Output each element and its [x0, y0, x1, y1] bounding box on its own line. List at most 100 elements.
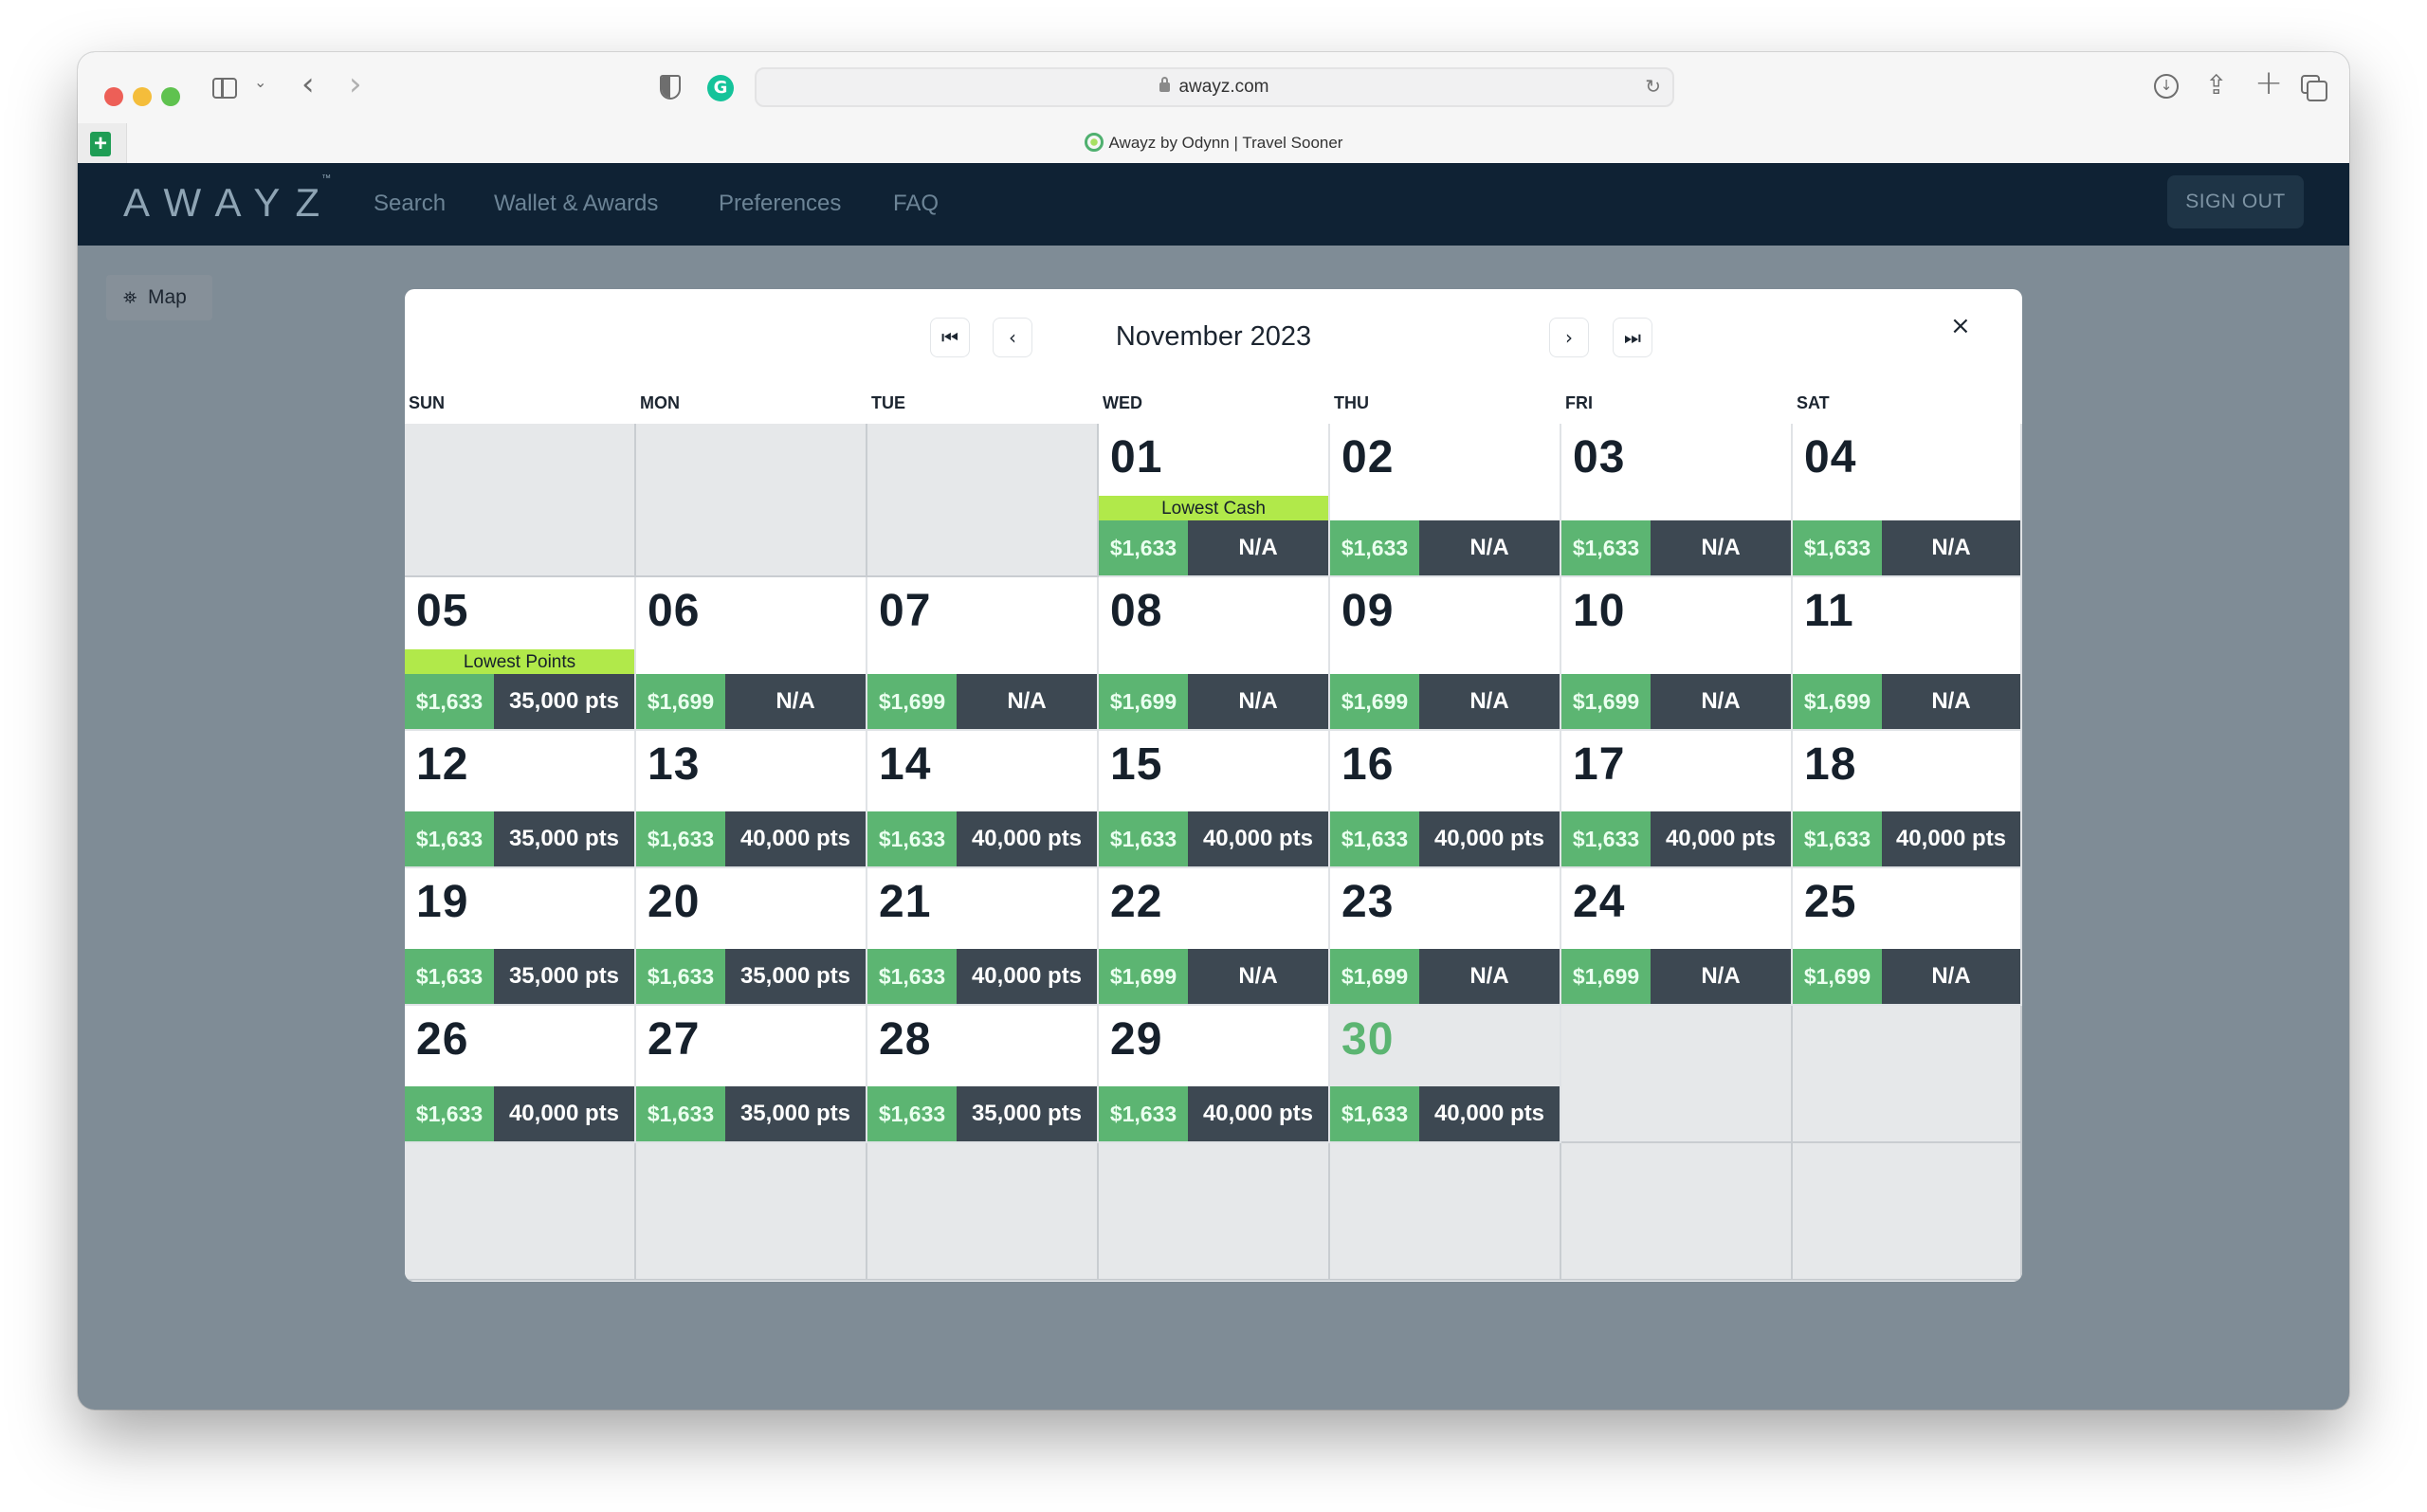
cash-price[interactable]: $1,633 [636, 811, 725, 866]
points-price[interactable]: N/A [1188, 674, 1328, 729]
cash-price[interactable]: $1,699 [1793, 949, 1882, 1004]
day-cell[interactable]: 15 $1,633 40,000 pts [1099, 731, 1330, 868]
cash-price[interactable]: $1,633 [405, 949, 494, 1004]
day-cell[interactable]: 03 $1,633 N/A [1561, 424, 1793, 577]
address-bar[interactable]: awayz.com ↻ [755, 67, 1674, 107]
awayz-logo[interactable]: AWAYZ™ [123, 173, 344, 226]
download-icon[interactable]: ↓ [2154, 74, 2179, 99]
points-price[interactable]: 40,000 pts [1419, 1086, 1560, 1141]
cash-price[interactable]: $1,699 [1330, 949, 1419, 1004]
points-price[interactable]: 40,000 pts [957, 811, 1097, 866]
day-cell[interactable]: 24 $1,699 N/A [1561, 868, 1793, 1006]
day-cell[interactable]: 10 $1,699 N/A [1561, 577, 1793, 731]
points-price[interactable]: N/A [1419, 674, 1560, 729]
points-price[interactable]: N/A [1651, 520, 1791, 575]
points-price[interactable]: N/A [1882, 674, 2020, 729]
points-price[interactable]: 35,000 pts [957, 1086, 1097, 1141]
day-cell[interactable]: 25 $1,699 N/A [1793, 868, 2022, 1006]
points-price[interactable]: 35,000 pts [725, 1086, 866, 1141]
new-tab-icon[interactable]: + [2254, 64, 2283, 102]
day-cell[interactable]: 11 $1,699 N/A [1793, 577, 2022, 731]
points-price[interactable]: 35,000 pts [725, 949, 866, 1004]
day-cell[interactable]: 18 $1,633 40,000 pts [1793, 731, 2022, 868]
points-price[interactable]: N/A [1188, 520, 1328, 575]
cash-price[interactable]: $1,633 [636, 949, 725, 1004]
map-button[interactable]: ⛯ Map [106, 275, 212, 320]
day-cell[interactable]: 28 $1,633 35,000 pts [867, 1006, 1099, 1143]
points-price[interactable]: N/A [957, 674, 1097, 729]
points-price[interactable]: 40,000 pts [1882, 811, 2020, 866]
day-cell[interactable]: 14 $1,633 40,000 pts [867, 731, 1099, 868]
points-price[interactable]: N/A [1188, 949, 1328, 1004]
day-cell[interactable]: 05 Lowest Points $1,633 35,000 pts [405, 577, 636, 731]
day-cell[interactable]: 04 $1,633 N/A [1793, 424, 2022, 577]
day-cell[interactable]: 16 $1,633 40,000 pts [1330, 731, 1561, 868]
last-month-button[interactable]: ⏭ [1613, 318, 1652, 357]
cash-price[interactable]: $1,633 [867, 1086, 957, 1141]
points-price[interactable]: 40,000 pts [957, 949, 1097, 1004]
cash-price[interactable]: $1,699 [1561, 674, 1651, 729]
back-icon[interactable]: ‹ [301, 65, 315, 103]
points-price[interactable]: 40,000 pts [494, 1086, 634, 1141]
sidebar-icon[interactable] [212, 78, 237, 99]
points-price[interactable]: N/A [1419, 949, 1560, 1004]
day-cell[interactable]: 23 $1,699 N/A [1330, 868, 1561, 1006]
cash-price[interactable]: $1,633 [1330, 1086, 1419, 1141]
points-price[interactable]: N/A [1651, 674, 1791, 729]
points-price[interactable]: 35,000 pts [494, 674, 634, 729]
points-price[interactable]: N/A [1882, 520, 2020, 575]
day-cell[interactable]: 22 $1,699 N/A [1099, 868, 1330, 1006]
cash-price[interactable]: $1,633 [1099, 520, 1188, 575]
points-price[interactable]: 40,000 pts [1419, 811, 1560, 866]
points-price[interactable]: 40,000 pts [1188, 811, 1328, 866]
day-cell[interactable]: 13 $1,633 40,000 pts [636, 731, 867, 868]
points-price[interactable]: 35,000 pts [494, 811, 634, 866]
points-price[interactable]: 40,000 pts [1188, 1086, 1328, 1141]
day-cell[interactable]: 17 $1,633 40,000 pts [1561, 731, 1793, 868]
points-price[interactable]: 35,000 pts [494, 949, 634, 1004]
day-cell[interactable]: 06 $1,699 N/A [636, 577, 867, 731]
day-cell[interactable]: 02 $1,633 N/A [1330, 424, 1561, 577]
cash-price[interactable]: $1,699 [1099, 949, 1188, 1004]
cash-price[interactable]: $1,699 [1793, 674, 1882, 729]
sign-out-button[interactable]: SIGN OUT [2167, 175, 2304, 228]
reload-icon[interactable]: ↻ [1645, 75, 1661, 98]
cash-price[interactable]: $1,633 [1561, 811, 1651, 866]
cash-price[interactable]: $1,633 [1330, 520, 1419, 575]
cash-price[interactable]: $1,699 [1561, 949, 1651, 1004]
share-icon[interactable]: ⇪ [2205, 69, 2227, 100]
close-icon[interactable]: × [1950, 312, 1971, 340]
points-price[interactable]: N/A [1419, 520, 1560, 575]
day-cell[interactable]: 21 $1,633 40,000 pts [867, 868, 1099, 1006]
points-price[interactable]: 40,000 pts [1651, 811, 1791, 866]
cash-price[interactable]: $1,633 [405, 811, 494, 866]
cash-price[interactable]: $1,633 [1561, 520, 1651, 575]
active-tab[interactable]: Awayz by Odynn | Travel Sooner [78, 132, 2349, 154]
cash-price[interactable]: $1,699 [1099, 674, 1188, 729]
day-cell[interactable]: 07 $1,699 N/A [867, 577, 1099, 731]
points-price[interactable]: N/A [1882, 949, 2020, 1004]
cash-price[interactable]: $1,633 [1793, 811, 1882, 866]
cash-price[interactable]: $1,633 [1099, 1086, 1188, 1141]
next-month-button[interactable]: › [1549, 318, 1589, 357]
day-cell[interactable]: 29 $1,633 40,000 pts [1099, 1006, 1330, 1143]
cash-price[interactable]: $1,699 [636, 674, 725, 729]
cash-price[interactable]: $1,633 [867, 811, 957, 866]
nav-faq[interactable]: FAQ [893, 191, 939, 217]
cash-price[interactable]: $1,633 [405, 674, 494, 729]
chevron-down-icon[interactable]: ⌄ [254, 73, 266, 91]
nav-preferences[interactable]: Preferences [719, 191, 841, 217]
nav-search[interactable]: Search [374, 191, 446, 217]
cash-price[interactable]: $1,633 [636, 1086, 725, 1141]
tab-overview-icon[interactable] [2301, 75, 2327, 101]
nav-wallet-awards[interactable]: Wallet & Awards [494, 191, 658, 217]
grammarly-icon[interactable]: G [707, 75, 734, 101]
day-cell[interactable]: 26 $1,633 40,000 pts [405, 1006, 636, 1143]
minimize-window-button[interactable] [133, 87, 152, 106]
day-cell[interactable]: 20 $1,633 35,000 pts [636, 868, 867, 1006]
cash-price[interactable]: $1,699 [1330, 674, 1419, 729]
cash-price[interactable]: $1,633 [1793, 520, 1882, 575]
cash-price[interactable]: $1,633 [405, 1086, 494, 1141]
points-price[interactable]: 40,000 pts [725, 811, 866, 866]
points-price[interactable]: N/A [725, 674, 866, 729]
